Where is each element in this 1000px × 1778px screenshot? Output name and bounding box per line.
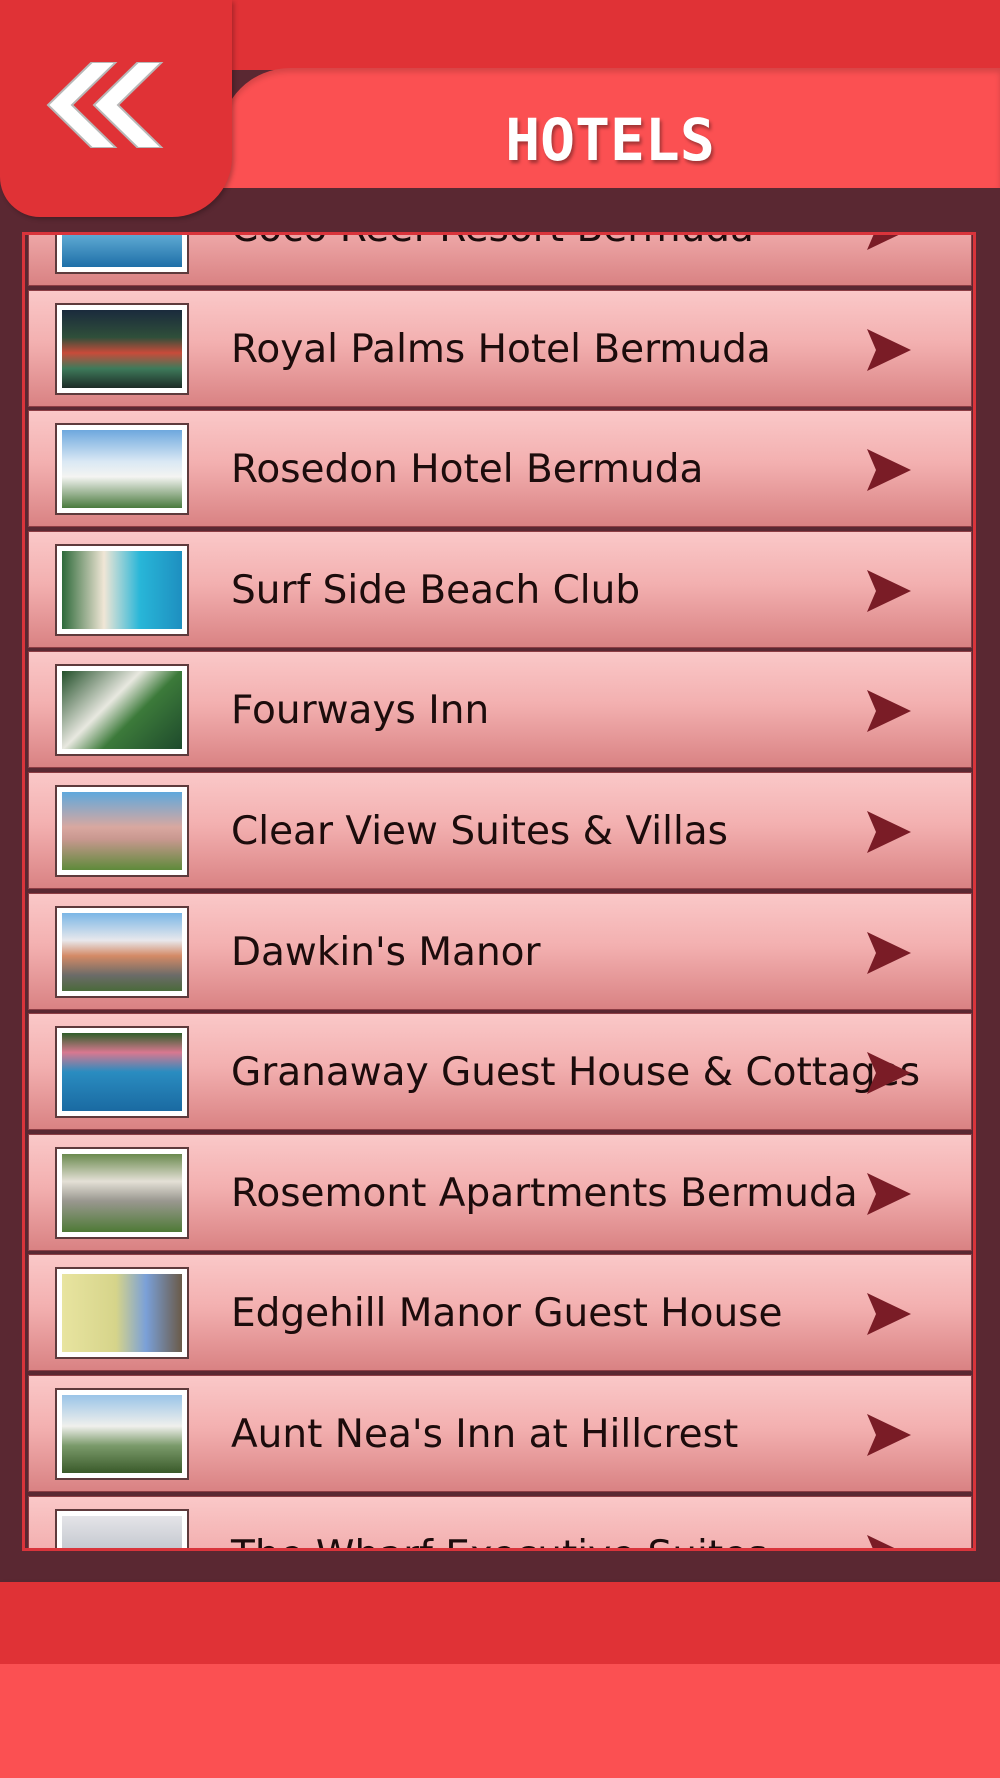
hotel-row[interactable]: Royal Palms Hotel Bermuda	[28, 289, 972, 407]
hotel-thumbnail	[55, 905, 189, 998]
hotel-thumbnail	[55, 1387, 189, 1480]
hotel-name: Aunt Nea's Inn at Hillcrest	[231, 1411, 739, 1457]
hotel-thumbnail	[55, 543, 189, 636]
hotel-thumbnail	[55, 1267, 189, 1360]
page-title: HOTELS	[505, 106, 715, 174]
play-arrow-right-icon[interactable]	[867, 569, 911, 612]
hotel-row[interactable]: Granaway Guest House & Cottages	[28, 1013, 972, 1131]
play-arrow-right-icon[interactable]	[867, 1172, 911, 1215]
hotel-name: Surf Side Beach Club	[231, 567, 641, 613]
hotel-thumbnail	[55, 1146, 189, 1239]
hotel-row[interactable]: Fourways Inn	[28, 651, 972, 769]
play-arrow-right-icon[interactable]	[867, 1293, 911, 1336]
app-screen: HOTELS Coco Reef Resort Bermuda Royal Pal…	[0, 0, 1000, 1778]
hotel-name: Royal Palms Hotel Bermuda	[231, 326, 771, 372]
hotel-list[interactable]: Coco Reef Resort Bermuda Royal Palms Hote…	[22, 232, 976, 1551]
yellow-manor-photo	[62, 1274, 182, 1353]
back-button[interactable]	[44, 61, 166, 149]
white-inn-photo	[62, 1394, 182, 1473]
aerial-garden-photo	[62, 671, 182, 750]
hotel-thumbnail	[55, 302, 189, 395]
manor-driveway-photo	[62, 912, 182, 991]
play-arrow-right-icon[interactable]	[867, 232, 911, 250]
hotel-row[interactable]: Clear View Suites & Villas	[28, 771, 972, 889]
hotel-thumbnail	[55, 784, 189, 877]
hotel-thumbnail	[55, 664, 189, 757]
play-arrow-right-icon[interactable]	[867, 1052, 911, 1095]
hotel-name: Dawkin's Manor	[231, 929, 541, 975]
beach-pool-photo	[62, 235, 182, 267]
play-arrow-right-icon[interactable]	[867, 1413, 911, 1456]
hotel-thumbnail	[55, 1026, 189, 1119]
hotel-name: Rosedon Hotel Bermuda	[231, 447, 704, 493]
play-arrow-right-icon[interactable]	[867, 449, 911, 492]
hotel-row[interactable]: Aunt Nea's Inn at Hillcrest	[28, 1374, 972, 1492]
back-panel	[0, 0, 232, 217]
play-arrow-right-icon[interactable]	[867, 810, 911, 853]
hotel-name: Coco Reef Resort Bermuda	[231, 235, 754, 287]
double-chevron-left-icon	[46, 61, 165, 149]
hotel-row[interactable]: Rosedon Hotel Bermuda	[28, 410, 972, 528]
play-arrow-right-icon[interactable]	[867, 690, 911, 733]
play-arrow-right-icon[interactable]	[867, 1534, 911, 1551]
white-hotel-photo	[62, 430, 182, 509]
play-arrow-right-icon[interactable]	[867, 328, 911, 371]
hotel-row[interactable]: Edgehill Manor Guest House	[28, 1254, 972, 1372]
hotel-name: Granaway Guest House & Cottages	[231, 1050, 921, 1096]
palm-courtyard-photo	[62, 309, 182, 388]
waterfront-building-photo	[62, 1515, 182, 1548]
hotel-thumbnail	[55, 235, 189, 274]
footer-bar	[0, 1582, 1000, 1664]
hotel-name: Fourways Inn	[231, 688, 490, 734]
hotel-row[interactable]: Rosemont Apartments Bermuda	[28, 1133, 972, 1251]
hotel-list-scroll: Coco Reef Resort Bermuda Royal Palms Hote…	[28, 232, 972, 1551]
hotel-row[interactable]: Surf Side Beach Club	[28, 530, 972, 648]
pink-villa-photo	[62, 791, 182, 870]
hotel-name: Rosemont Apartments Bermuda	[231, 1170, 858, 1216]
footer-band	[0, 1664, 1000, 1778]
hotel-row[interactable]: Dawkin's Manor	[28, 892, 972, 1010]
stone-arch-photo	[62, 1153, 182, 1232]
harbor-boat-photo	[62, 1033, 182, 1112]
seaside-cottages-photo	[62, 550, 182, 629]
hotel-thumbnail	[55, 1508, 189, 1548]
hotel-name: The Wharf Executive Suites	[231, 1497, 767, 1548]
hotel-name: Edgehill Manor Guest House	[231, 1291, 783, 1337]
hotel-row[interactable]: The Wharf Executive Suites	[28, 1495, 972, 1551]
hotel-name: Clear View Suites & Villas	[231, 808, 729, 854]
hotel-thumbnail	[55, 423, 189, 516]
play-arrow-right-icon[interactable]	[867, 931, 911, 974]
hotel-row[interactable]: Coco Reef Resort Bermuda	[28, 232, 972, 287]
